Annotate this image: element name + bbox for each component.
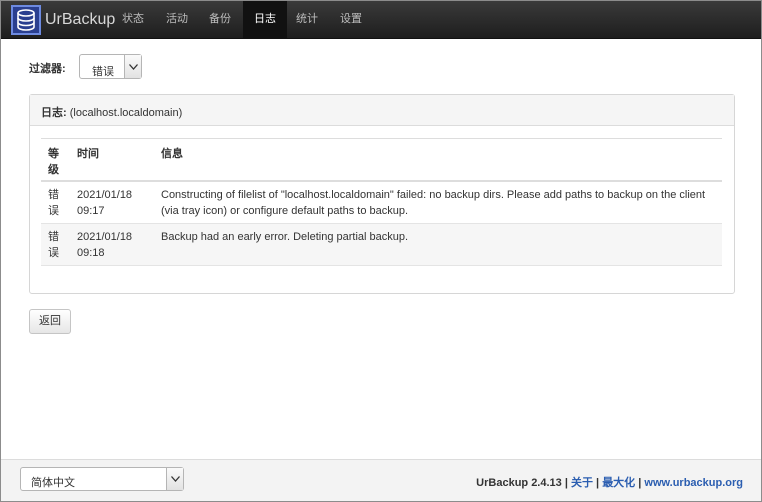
log-panel: 日志: (localhost.localdomain) 等级 时间 信息 错误 … xyxy=(29,94,735,294)
about-link[interactable]: 关于 xyxy=(571,477,593,489)
table-row: 错误 2021/01/18 09:17 Constructing of file… xyxy=(41,182,722,224)
log-table: 等级 时间 信息 错误 2021/01/18 09:17 Constructin… xyxy=(41,138,722,266)
nav-statistics[interactable]: 统计 xyxy=(287,1,327,38)
row-clock: 09:17 xyxy=(77,205,105,217)
panel-title-label: 日志: xyxy=(41,107,67,119)
website-link[interactable]: www.urbackup.org xyxy=(644,477,743,489)
filter-selected-value: 错误 xyxy=(92,66,114,78)
row-message: Backup had an early error. Deleting part… xyxy=(161,231,409,243)
header-message: 信息 xyxy=(161,148,183,160)
brand[interactable]: UrBackup xyxy=(11,5,115,35)
nav-status[interactable]: 状态 xyxy=(113,1,153,38)
brand-name: UrBackup xyxy=(45,11,116,28)
filter-select[interactable]: 错误 xyxy=(79,54,142,79)
row-level: 错误 xyxy=(48,231,59,259)
footer-info: UrBackup 2.4.13 | 关于 | 最大化 | www.urbacku… xyxy=(476,474,743,490)
nav-settings[interactable]: 设置 xyxy=(331,1,371,38)
language-select[interactable]: 简体中文 xyxy=(20,467,184,491)
header-level: 等级 xyxy=(48,148,59,176)
header-time: 时间 xyxy=(77,148,99,160)
nav-activities[interactable]: 活动 xyxy=(157,1,197,38)
chevron-down-icon xyxy=(124,55,141,78)
version-text: UrBackup 2.4.13 xyxy=(476,477,562,489)
row-level: 错误 xyxy=(48,189,59,217)
nav-backups[interactable]: 备份 xyxy=(199,1,241,38)
row-date: 2021/01/18 xyxy=(77,189,133,201)
language-selected-value: 简体中文 xyxy=(31,477,75,489)
panel-title: 日志: (localhost.localdomain) xyxy=(30,95,734,126)
row-date: 2021/01/18 xyxy=(77,231,133,243)
database-logo-icon xyxy=(11,5,41,35)
back-button[interactable]: 返回 xyxy=(29,309,71,334)
nav-logs[interactable]: 日志 xyxy=(243,1,287,38)
maximize-link[interactable]: 最大化 xyxy=(602,477,635,489)
panel-title-host: (localhost.localdomain) xyxy=(66,107,183,119)
row-message: Constructing of filelist of "localhost.l… xyxy=(161,189,706,217)
table-header: 等级 时间 信息 xyxy=(41,138,722,182)
footer: 简体中文 UrBackup 2.4.13 | 关于 | 最大化 | www.ur… xyxy=(1,459,761,501)
chevron-down-icon xyxy=(166,468,183,490)
table-row: 错误 2021/01/18 09:18 Backup had an early … xyxy=(41,224,722,266)
top-navbar: UrBackup 状态 活动 备份 日志 统计 设置 xyxy=(1,1,761,39)
filter-label: 过滤器: xyxy=(29,63,66,75)
row-clock: 09:18 xyxy=(77,247,105,259)
